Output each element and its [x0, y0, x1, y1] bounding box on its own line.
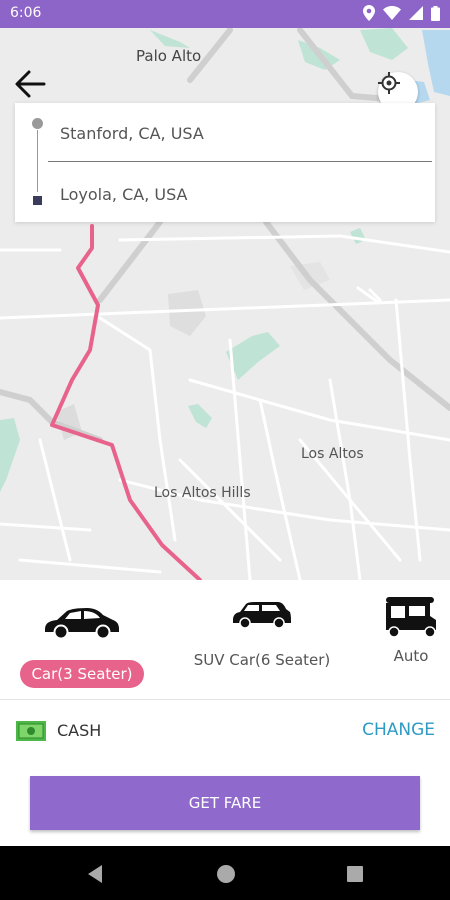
- status-icons: [363, 5, 440, 21]
- crosshair-icon: [378, 72, 400, 94]
- auto-rickshaw-icon: [386, 597, 436, 638]
- route-connector: [37, 130, 38, 192]
- vehicle-option-suv[interactable]: SUV Car(6 Seater): [188, 580, 336, 669]
- status-time: 6:06: [10, 5, 42, 21]
- battery-icon: [431, 5, 440, 21]
- drop-location-field[interactable]: Loyola, CA, USA: [60, 185, 430, 204]
- sedan-car-icon: [45, 608, 119, 640]
- cash-icon: [16, 721, 46, 741]
- vehicle-option-car[interactable]: Car(3 Seater): [18, 580, 146, 688]
- nav-home-icon[interactable]: [215, 863, 237, 885]
- route-card: Stanford, CA, USA Loyola, CA, USA: [15, 103, 435, 222]
- route-divider: [48, 161, 432, 162]
- section-divider: [0, 699, 450, 700]
- map-label-los-altos-hills: Los Altos Hills: [154, 485, 251, 501]
- suv-car-icon: [233, 602, 291, 629]
- get-fare-button[interactable]: GET FARE: [30, 776, 420, 830]
- status-bar: 6:06: [0, 0, 450, 28]
- drop-square-icon: [33, 196, 42, 205]
- pickup-location-field[interactable]: Stanford, CA, USA: [60, 124, 430, 143]
- nav-recents-icon[interactable]: [346, 865, 364, 883]
- wifi-icon: [383, 6, 401, 20]
- vehicle-name-auto: Auto: [393, 647, 429, 665]
- pickup-dot-icon: [32, 118, 43, 129]
- location-icon: [363, 5, 375, 21]
- payment-method-label: CASH: [57, 721, 102, 740]
- vehicle-name-car: Car(3 Seater): [20, 660, 144, 688]
- map-label-los-altos: Los Altos: [301, 446, 364, 462]
- arrow-left-icon: [15, 70, 46, 98]
- payment-row: CASH CHANGE: [0, 705, 450, 755]
- vehicle-selector: Car(3 Seater) SUV Car(6 Seater) Auto: [0, 580, 450, 700]
- nav-back-icon[interactable]: [86, 864, 104, 884]
- change-payment-button[interactable]: CHANGE: [362, 720, 435, 740]
- vehicle-name-suv: SUV Car(6 Seater): [193, 651, 331, 669]
- signal-icon: [409, 6, 423, 20]
- map-view[interactable]: Palo Alto Los Altos Los Altos Hills Stan…: [0, 28, 450, 580]
- vehicle-option-auto[interactable]: Auto: [378, 580, 444, 665]
- back-button[interactable]: [10, 64, 50, 104]
- map-label-palo-alto: Palo Alto: [136, 47, 202, 65]
- system-nav-bar: [0, 846, 450, 900]
